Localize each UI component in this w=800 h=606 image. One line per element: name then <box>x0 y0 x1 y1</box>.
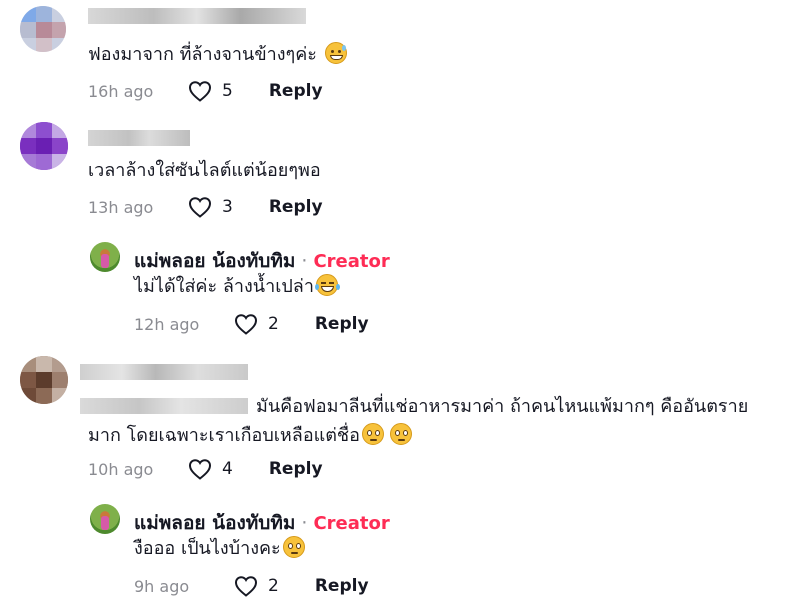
comment-text: เวลาล้างใส่ซันไลต์แต่น้อยๆพอ <box>88 160 321 181</box>
avatar[interactable] <box>20 356 68 404</box>
like-count: 4 <box>222 459 233 479</box>
creator-name-row: แม่พลอย น้องทับทิม · Creator <box>134 246 390 276</box>
like-count: 2 <box>268 314 279 334</box>
creator-username[interactable]: แม่พลอย น้องทับทิม <box>134 246 295 276</box>
creator-name-row: แม่พลอย น้องทับทิม · Creator <box>134 508 390 538</box>
like-button[interactable]: 3 <box>188 196 233 218</box>
creator-avatar[interactable] <box>90 504 120 534</box>
username-blurred[interactable] <box>88 8 306 24</box>
comment-text: ฟองมาจาก ที่ล้างจานข้างๆค่ะ <box>88 42 347 68</box>
comment-meta: 16h ago 5 Reply <box>88 78 323 104</box>
like-button[interactable]: 2 <box>234 575 279 597</box>
grinning-sweat-emoji <box>324 42 347 64</box>
timestamp: 13h ago <box>88 197 154 217</box>
reply-text: ไม่ได้ใส่ค่ะ ล้างน้ำเปล่า <box>134 274 340 300</box>
separator-dot: · <box>301 250 308 272</box>
comment-meta: 10h ago 4 Reply <box>88 456 323 482</box>
timestamp: 10h ago <box>88 459 154 479</box>
timestamp: 16h ago <box>88 81 154 101</box>
timestamp: 9h ago <box>134 576 190 596</box>
comment-meta: 13h ago 3 Reply <box>88 194 323 220</box>
reply-button[interactable]: Reply <box>269 197 323 217</box>
avatar[interactable] <box>20 122 68 170</box>
reply-button[interactable]: Reply <box>269 459 323 479</box>
heart-icon[interactable] <box>188 196 212 218</box>
comment-text-line1: มันคือฟอมาลีนที่แช่อาหารมาค่า ถ้าคนไหนแพ… <box>256 396 749 417</box>
heart-icon[interactable] <box>188 458 212 480</box>
like-button[interactable]: 4 <box>188 458 233 480</box>
username-blurred[interactable] <box>88 130 190 146</box>
separator-dot: · <box>301 512 308 534</box>
timestamp: 12h ago <box>134 314 200 334</box>
reply-button[interactable]: Reply <box>315 576 369 596</box>
comment-text-line2: มาก โดยเฉพาะเราเกือบเหลือแต่ชื่อ <box>88 423 412 449</box>
pleading-face-emoji <box>282 536 305 558</box>
heart-icon[interactable] <box>234 575 258 597</box>
mention-blurred[interactable] <box>80 398 248 414</box>
reply-meta: 12h ago 2 Reply <box>134 311 369 337</box>
creator-badge: Creator <box>313 512 390 534</box>
reply-button[interactable]: Reply <box>269 81 323 101</box>
heart-icon[interactable] <box>188 80 212 102</box>
reply-meta: 9h ago 2 Reply <box>134 573 369 599</box>
pleading-face-emoji <box>361 423 384 445</box>
tears-of-joy-emoji <box>314 274 340 296</box>
creator-username[interactable]: แม่พลอย น้องทับทิม <box>134 508 295 538</box>
like-button[interactable]: 5 <box>188 80 233 102</box>
creator-badge: Creator <box>313 250 390 272</box>
like-count: 2 <box>268 576 279 596</box>
like-count: 5 <box>222 81 233 101</box>
like-count: 3 <box>222 197 233 217</box>
creator-avatar[interactable] <box>90 242 120 272</box>
heart-icon[interactable] <box>234 313 258 335</box>
reply-text: งือออ เป็นไงบ้างคะ <box>134 536 305 562</box>
pleading-face-emoji <box>389 423 412 445</box>
avatar[interactable] <box>20 6 66 52</box>
username-blurred[interactable] <box>80 364 248 380</box>
like-button[interactable]: 2 <box>234 313 279 335</box>
reply-button[interactable]: Reply <box>315 314 369 334</box>
